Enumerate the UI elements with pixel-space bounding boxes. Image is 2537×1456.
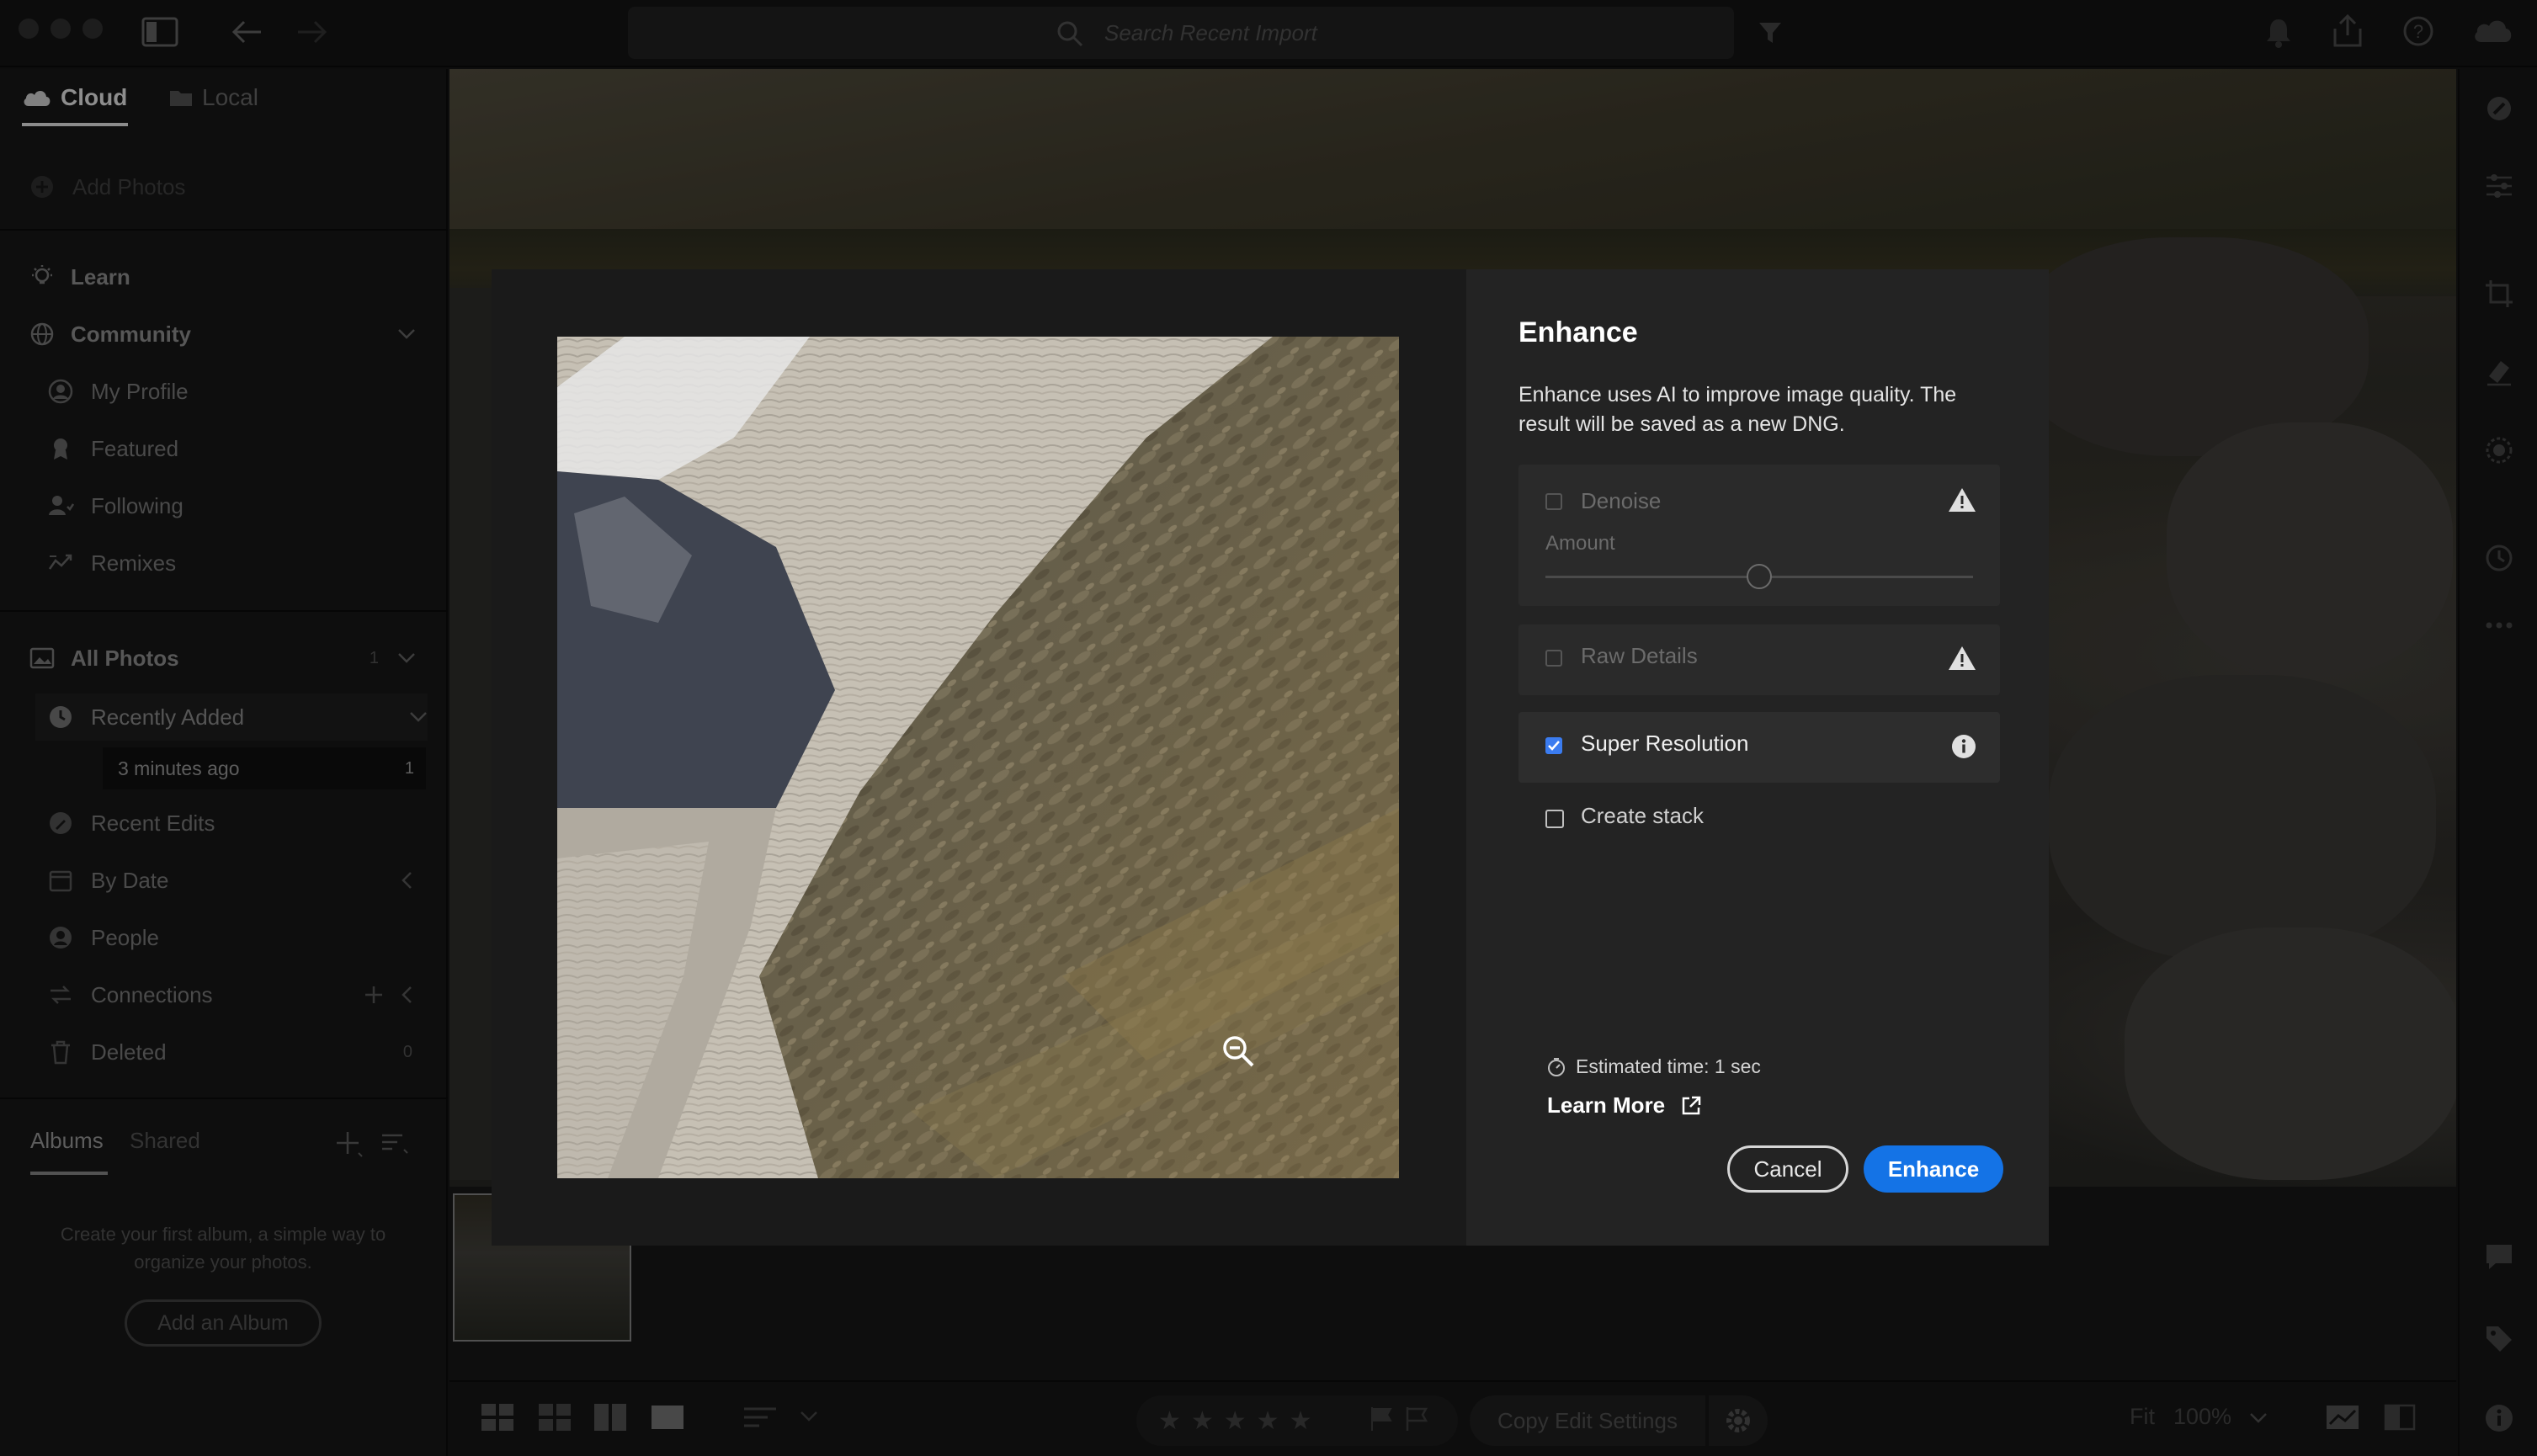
estimated-time: Estimated time: 1 sec — [1547, 1055, 1761, 1078]
super-resolution-checkbox[interactable] — [1545, 737, 1562, 754]
denoise-amount-slider-thumb[interactable] — [1747, 564, 1772, 589]
info-icon[interactable] — [1951, 734, 1976, 759]
cancel-button[interactable]: Cancel — [1727, 1145, 1848, 1193]
learn-more-link[interactable]: Learn More — [1547, 1092, 1702, 1119]
raw-details-label: Raw Details — [1581, 643, 1698, 668]
option-super-resolution: Super Resolution — [1518, 712, 2000, 783]
option-create-stack: Create stack — [1518, 784, 2000, 855]
warning-icon[interactable] — [1948, 486, 1976, 513]
option-raw-details: Raw Details — [1518, 624, 2000, 695]
create-stack-label: Create stack — [1581, 803, 1704, 828]
zoom-out-icon[interactable] — [1221, 1034, 1256, 1069]
raw-details-checkbox[interactable] — [1545, 650, 1562, 667]
option-denoise: Denoise Amount — [1518, 465, 2000, 606]
create-stack-checkbox[interactable] — [1545, 810, 1564, 828]
denoise-amount-label: Amount — [1545, 532, 1615, 555]
preview-landscape-art — [557, 337, 1399, 1178]
stopwatch-icon — [1547, 1057, 1566, 1077]
denoise-checkbox[interactable] — [1545, 493, 1562, 510]
learn-more-label: Learn More — [1547, 1092, 1666, 1118]
enhance-preview-pane — [492, 269, 1466, 1246]
denoise-label: Denoise — [1581, 488, 1662, 513]
dialog-title: Enhance — [1518, 316, 1638, 348]
dialog-description: Enhance uses AI to improve image quality… — [1518, 383, 1957, 436]
estimated-time-label: Estimated time: 1 sec — [1576, 1055, 1761, 1077]
enhance-dialog: Enhance Enhance uses AI to improve image… — [492, 269, 2049, 1246]
enhance-button[interactable]: Enhance — [1864, 1145, 2003, 1193]
enhance-preview-image[interactable] — [557, 337, 1399, 1178]
warning-icon[interactable] — [1948, 645, 1976, 672]
external-link-icon — [1680, 1095, 1702, 1117]
checkmark-icon — [1548, 741, 1560, 751]
super-resolution-label: Super Resolution — [1581, 731, 1749, 756]
enhance-settings-panel: Enhance Enhance uses AI to improve image… — [1466, 269, 2049, 1246]
